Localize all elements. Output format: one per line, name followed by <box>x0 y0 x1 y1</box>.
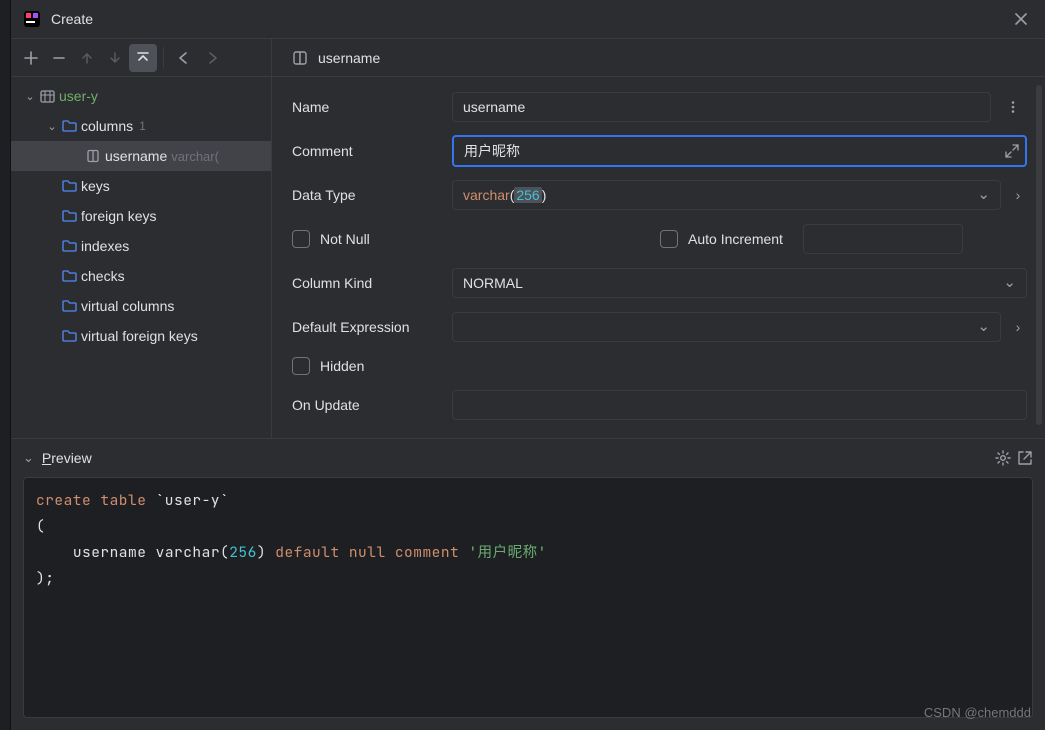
comment-label: Comment <box>292 143 444 159</box>
gear-icon[interactable] <box>995 450 1011 466</box>
hidden-check-row[interactable]: Hidden <box>292 357 444 375</box>
tree-column-username[interactable]: username varchar( <box>11 141 271 171</box>
close-icon[interactable] <box>1009 7 1033 31</box>
preview-panel: ⌄ PPreviewreview create table `user-y` (… <box>11 438 1045 730</box>
item-label: indexes <box>81 238 129 254</box>
tree-virtual-columns[interactable]: virtual columns <box>11 291 271 321</box>
app-icon <box>23 10 41 28</box>
back-button[interactable] <box>170 44 198 72</box>
chevron-down-icon[interactable]: ⌄ <box>23 450 34 466</box>
column-label: username <box>105 148 167 164</box>
autoincrement-check-row[interactable]: Auto Increment <box>660 230 783 248</box>
tree-foreign-keys[interactable]: foreign keys <box>11 201 271 231</box>
hidden-checkbox[interactable] <box>292 357 310 375</box>
tree-columns[interactable]: ⌄ columns 1 <box>11 111 271 141</box>
hidden-text: Hidden <box>320 358 364 374</box>
datatype-label: Data Type <box>292 187 444 203</box>
move-up-button <box>73 44 101 72</box>
kind-label: Column Kind <box>292 275 444 291</box>
add-button[interactable] <box>17 44 45 72</box>
chevron-right-icon[interactable]: › <box>1009 187 1027 203</box>
columns-count: 1 <box>139 119 146 133</box>
tree-root-label: user-y <box>59 88 98 104</box>
comment-field[interactable]: 用户昵称 <box>452 135 1027 167</box>
tree-root[interactable]: ⌄ user-y <box>11 81 271 111</box>
default-label: Default Expression <box>292 319 444 335</box>
folder-icon <box>59 209 79 223</box>
onupdate-field[interactable] <box>452 390 1027 420</box>
structure-tree[interactable]: ⌄ user-y ⌄ columns 1 username va <box>11 77 271 438</box>
preview-title: PPreviewreview <box>42 450 92 466</box>
notnull-checkbox[interactable] <box>292 230 310 248</box>
tree-checks[interactable]: checks <box>11 261 271 291</box>
sql-preview[interactable]: create table `user-y` ( username varchar… <box>23 477 1033 718</box>
column-icon <box>83 149 103 163</box>
column-editor: username Name username Comment 用户昵称 <box>272 39 1045 438</box>
folder-icon <box>59 299 79 313</box>
autoincrement-value-field[interactable] <box>803 224 963 254</box>
tree-virtual-foreign-keys[interactable]: virtual foreign keys <box>11 321 271 351</box>
notnull-check-row[interactable]: Not Null <box>292 230 444 248</box>
item-label: checks <box>81 268 125 284</box>
columns-label: columns <box>81 118 133 134</box>
default-field[interactable] <box>452 312 1001 342</box>
folder-icon <box>59 119 79 133</box>
chevron-down-icon[interactable]: ⌄ <box>45 120 59 133</box>
kind-field[interactable]: NORMAL <box>452 268 1027 298</box>
chevron-right-icon[interactable]: › <box>1009 319 1027 335</box>
column-header-name: username <box>318 50 380 66</box>
item-label: virtual foreign keys <box>81 328 198 344</box>
structure-toolbar <box>11 39 271 77</box>
window-title: Create <box>51 11 93 27</box>
move-down-button <box>101 44 129 72</box>
titlebar: Create <box>11 0 1045 38</box>
autoincrement-checkbox[interactable] <box>660 230 678 248</box>
folder-icon <box>59 239 79 253</box>
table-icon <box>37 89 57 104</box>
folder-icon <box>59 179 79 193</box>
folder-icon <box>59 269 79 283</box>
structure-panel: ⌄ user-y ⌄ columns 1 username va <box>11 39 272 438</box>
forward-button <box>198 44 226 72</box>
toolbar-separator <box>163 47 164 69</box>
remove-button[interactable] <box>45 44 73 72</box>
autoincrement-text: Auto Increment <box>688 231 783 247</box>
item-label: keys <box>81 178 110 194</box>
open-external-icon[interactable] <box>1017 450 1033 466</box>
expand-button[interactable] <box>129 44 157 72</box>
tree-indexes[interactable]: indexes <box>11 231 271 261</box>
datatype-field[interactable]: varchar(256) <box>452 180 1001 210</box>
chevron-down-icon[interactable]: ⌄ <box>23 90 37 103</box>
onupdate-label: On Update <box>292 397 444 413</box>
item-label: virtual columns <box>81 298 174 314</box>
column-icon <box>292 50 308 66</box>
item-label: foreign keys <box>81 208 156 224</box>
notnull-text: Not Null <box>320 231 370 247</box>
form-area: Name username Comment 用户昵称 <box>272 77 1045 438</box>
expand-icon[interactable] <box>1005 144 1019 158</box>
column-header: username <box>272 39 1045 77</box>
more-actions-button[interactable] <box>999 93 1027 121</box>
column-type-hint: varchar( <box>171 149 219 164</box>
create-dialog: Create ⌄ <box>10 0 1045 730</box>
tree-keys[interactable]: keys <box>11 171 271 201</box>
name-field[interactable]: username <box>452 92 991 122</box>
name-label: Name <box>292 99 444 115</box>
folder-icon <box>59 329 79 343</box>
